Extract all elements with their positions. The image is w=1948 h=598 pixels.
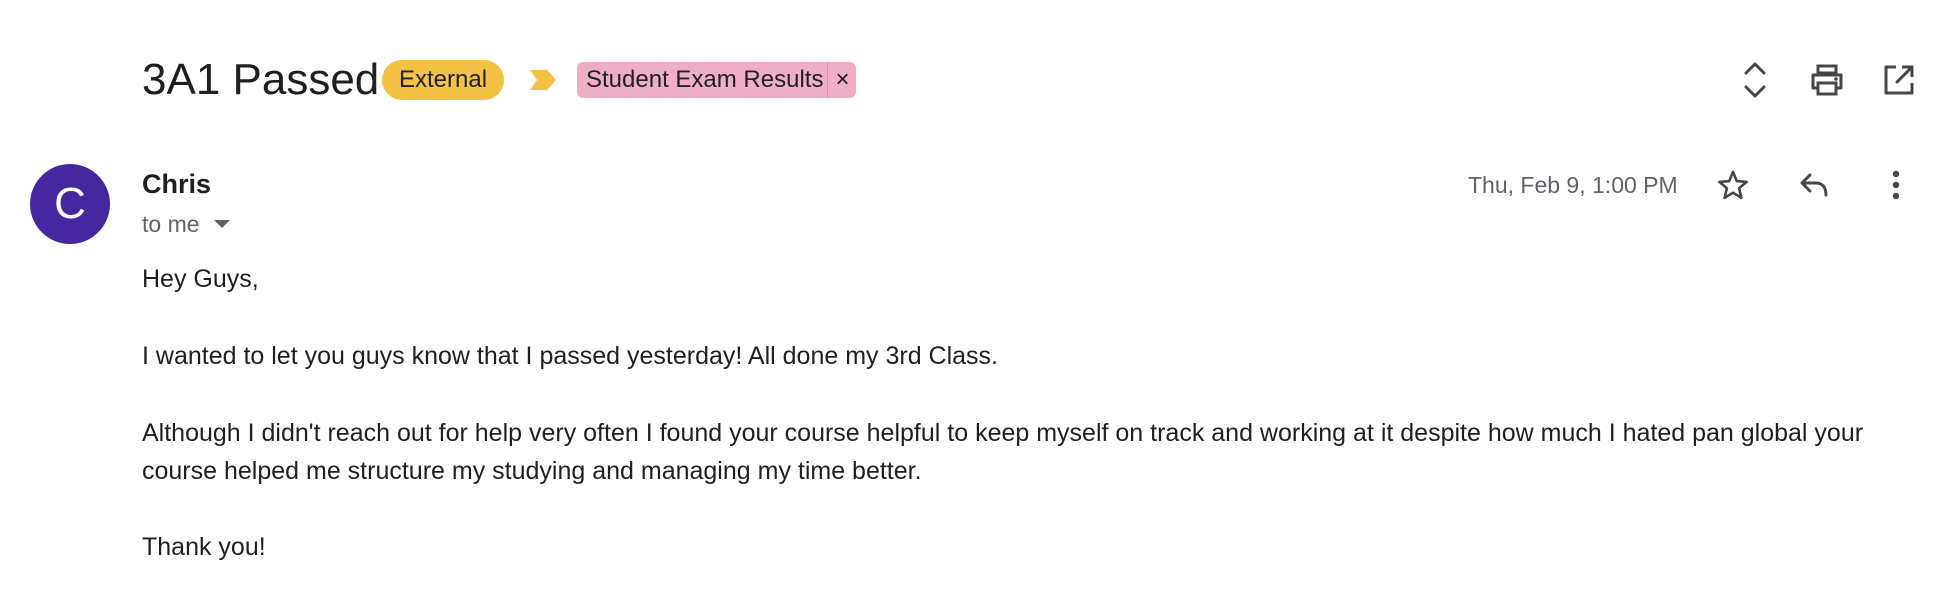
body-paragraph-2: Although I didn't reach out for help ver… — [142, 419, 1864, 485]
reply-icon — [1800, 173, 1828, 197]
sender-name[interactable]: Chris — [142, 167, 211, 201]
expand-collapse-icon — [1744, 62, 1766, 98]
more-options-button[interactable] — [1872, 161, 1920, 209]
print-button[interactable] — [1803, 56, 1851, 104]
star-icon — [1718, 170, 1748, 200]
expand-collapse-button[interactable] — [1731, 56, 1779, 104]
reply-button[interactable] — [1790, 161, 1838, 209]
remove-label-button[interactable]: × — [827, 62, 856, 98]
recipients-toggle[interactable]: to me — [142, 210, 230, 238]
email-subject: 3A1 Passed — [142, 55, 380, 104]
category-label-text: Student Exam Results — [586, 66, 824, 93]
body-closing: Thank you! — [142, 533, 266, 561]
sender-avatar[interactable]: C — [30, 164, 110, 244]
chevron-down-icon — [213, 220, 230, 228]
recipients-text: to me — [142, 211, 200, 237]
body-greeting: Hey Guys, — [142, 265, 259, 293]
category-label-chip[interactable]: Student Exam Results × — [577, 62, 857, 98]
body-paragraph-1: I wanted to let you guys know that I pas… — [142, 342, 999, 370]
open-in-new-window-icon — [1884, 65, 1914, 95]
more-options-icon — [1892, 170, 1900, 200]
importance-marker-icon[interactable] — [530, 70, 556, 90]
print-icon — [1811, 64, 1843, 96]
message-date: Thu, Feb 9, 1:00 PM — [1468, 172, 1678, 198]
external-label-chip: External — [382, 60, 505, 100]
open-in-new-window-button[interactable] — [1875, 56, 1923, 104]
star-button[interactable] — [1709, 161, 1757, 209]
